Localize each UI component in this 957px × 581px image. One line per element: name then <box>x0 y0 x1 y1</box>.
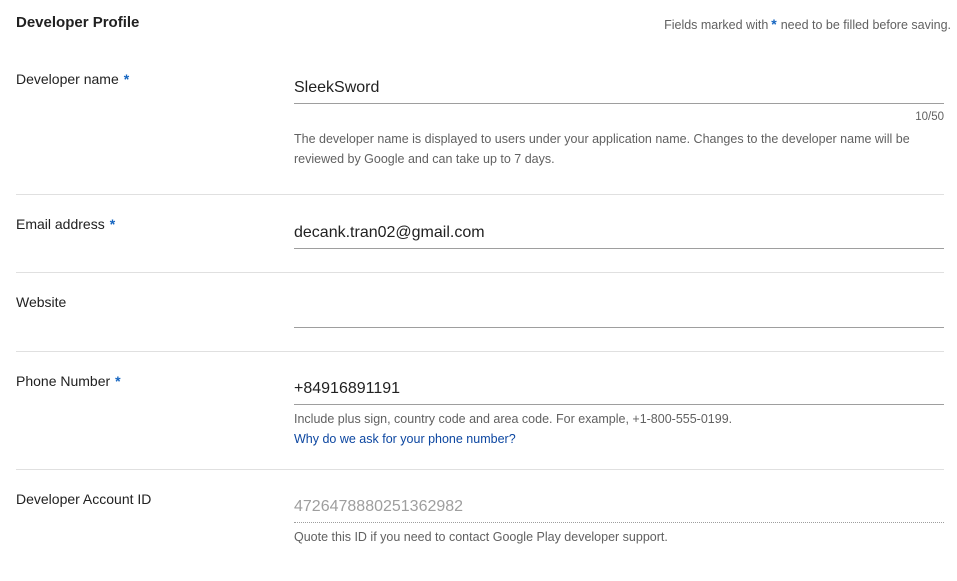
phone-row: Phone Number * +84916891191 Include plus … <box>16 352 944 470</box>
email-row: Email address * decank.tran02@gmail.com <box>16 195 944 273</box>
developer-name-help-text: The developer name is displayed to users… <box>294 132 910 166</box>
phone-why-link[interactable]: Why do we ask for your phone number? <box>294 429 944 449</box>
account-id-field-group: 4726478880251362982 Quote this ID if you… <box>294 492 944 547</box>
email-input[interactable]: decank.tran02@gmail.com <box>294 218 944 249</box>
developer-name-input[interactable]: SleekSword <box>294 73 944 104</box>
email-field-group: decank.tran02@gmail.com <box>294 218 944 249</box>
page-title: Developer Profile <box>16 14 140 31</box>
phone-field-group: +84916891191 Include plus sign, country … <box>294 374 944 449</box>
website-row: Website <box>16 273 944 352</box>
required-star-icon: * <box>109 216 116 232</box>
form-header: Developer Profile Fields marked with * nee… <box>16 0 951 60</box>
phone-label: Phone Number * <box>16 373 121 389</box>
developer-profile-form: Developer Profile Fields marked with * nee… <box>16 0 951 570</box>
developer-name-row: Developer name * SleekSword 10/50 The dev… <box>16 60 944 195</box>
email-label: Email address * <box>16 216 115 232</box>
developer-name-char-counter: 10/50 <box>915 111 944 123</box>
required-note-suffix: need to be filled before saving. <box>780 18 951 32</box>
developer-name-label-text: Developer name <box>16 71 119 87</box>
phone-input[interactable]: +84916891191 <box>294 374 944 405</box>
website-label-text: Website <box>16 294 67 310</box>
website-field-group <box>294 297 944 328</box>
phone-label-text: Phone Number <box>16 373 111 389</box>
required-star-icon: * <box>123 71 130 87</box>
email-label-text: Email address <box>16 216 105 232</box>
required-note-prefix: Fields marked with <box>664 18 769 32</box>
account-id-value: 4726478880251362982 <box>294 492 944 523</box>
website-input[interactable] <box>294 297 944 328</box>
phone-help-text: Include plus sign, country code and area… <box>294 412 733 426</box>
required-star-icon: * <box>115 373 121 389</box>
account-id-help-text: Quote this ID if you need to contact Goo… <box>294 530 668 544</box>
required-fields-note: Fields marked with * need to be filled bef… <box>664 16 951 32</box>
website-label: Website <box>16 294 66 310</box>
required-star-icon: * <box>771 16 777 32</box>
account-id-label-text: Developer Account ID <box>16 491 152 507</box>
developer-name-field-group: SleekSword 10/50 The developer name is d… <box>294 73 944 169</box>
developer-name-label: Developer name * <box>16 71 129 87</box>
account-id-row: Developer Account ID 4726478880251362982… <box>16 470 944 570</box>
account-id-label: Developer Account ID <box>16 491 151 507</box>
